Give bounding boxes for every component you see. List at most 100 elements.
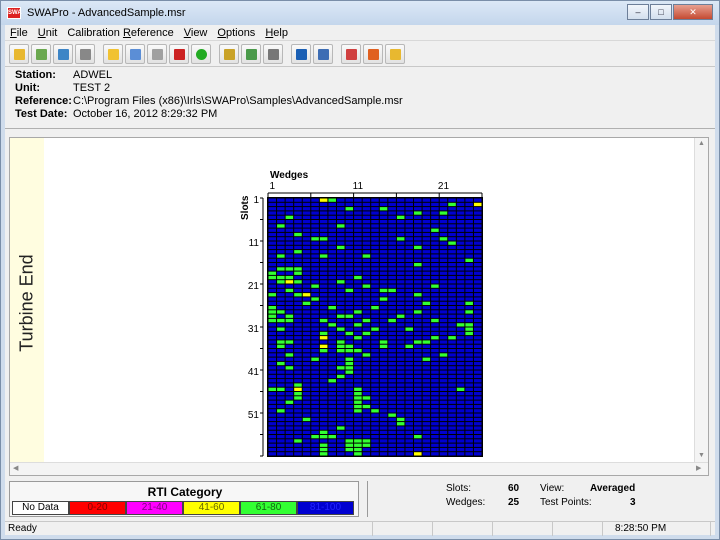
heatmap-cell[interactable]: [371, 250, 379, 254]
heatmap-cell[interactable]: [319, 202, 328, 207]
heatmap-cell[interactable]: [354, 443, 362, 447]
heatmap-cell[interactable]: [362, 379, 371, 383]
heatmap-cell[interactable]: [388, 301, 396, 305]
heatmap-cell[interactable]: [345, 198, 354, 202]
heatmap-cell[interactable]: [379, 443, 388, 447]
heatmap-cell[interactable]: [362, 361, 371, 366]
heatmap-cell[interactable]: [268, 228, 277, 232]
heatmap-cell[interactable]: [456, 404, 465, 409]
heatmap-cell[interactable]: [379, 344, 388, 348]
heatmap-cell[interactable]: [431, 387, 439, 391]
heatmap-cell[interactable]: [439, 202, 448, 207]
heatmap-cell[interactable]: [311, 323, 319, 327]
heatmap-cell[interactable]: [319, 314, 328, 318]
heatmap-cell[interactable]: [354, 336, 362, 340]
heatmap-cell[interactable]: [465, 426, 473, 430]
heatmap-cell[interactable]: [268, 409, 277, 413]
heatmap-cell[interactable]: [465, 400, 473, 404]
heatmap-cell[interactable]: [302, 357, 311, 361]
heatmap-cell[interactable]: [345, 443, 354, 447]
heatmap-cell[interactable]: [302, 267, 311, 271]
heatmap-cell[interactable]: [448, 306, 456, 310]
heatmap-cell[interactable]: [285, 293, 294, 297]
heatmap-cell[interactable]: [277, 297, 285, 301]
heatmap-cell[interactable]: [311, 353, 319, 357]
heatmap-cell[interactable]: [345, 293, 354, 297]
heatmap-cell[interactable]: [422, 349, 431, 353]
heatmap-cell[interactable]: [431, 284, 439, 288]
heatmap-cell[interactable]: [422, 254, 431, 258]
heatmap-cell[interactable]: [362, 439, 371, 443]
heatmap-cell[interactable]: [388, 275, 396, 280]
heatmap-cell[interactable]: [302, 224, 311, 228]
heatmap-cell[interactable]: [268, 250, 277, 254]
heatmap-cell[interactable]: [448, 207, 456, 211]
heatmap-cell[interactable]: [371, 327, 379, 331]
heatmap-cell[interactable]: [319, 275, 328, 280]
heatmap-cell[interactable]: [354, 297, 362, 301]
heatmap-cell[interactable]: [439, 220, 448, 224]
heatmap-cell[interactable]: [422, 267, 431, 271]
heatmap-cell[interactable]: [456, 250, 465, 254]
heatmap-cell[interactable]: [277, 396, 285, 400]
heatmap-cell[interactable]: [448, 275, 456, 280]
heatmap-cell[interactable]: [345, 426, 354, 430]
heatmap-cell[interactable]: [388, 353, 396, 357]
heatmap-cell[interactable]: [362, 232, 371, 237]
heatmap-cell[interactable]: [311, 452, 319, 456]
heatmap-cell[interactable]: [285, 224, 294, 228]
heatmap-cell[interactable]: [319, 301, 328, 305]
heatmap-cell[interactable]: [302, 297, 311, 301]
heatmap-cell[interactable]: [328, 344, 336, 348]
heatmap-cell[interactable]: [277, 224, 285, 228]
heatmap-cell[interactable]: [448, 336, 456, 340]
heatmap-cell[interactable]: [336, 340, 345, 344]
heatmap-cell[interactable]: [319, 280, 328, 284]
heatmap-cell[interactable]: [268, 357, 277, 361]
heatmap-cell[interactable]: [456, 392, 465, 396]
heatmap-cell[interactable]: [473, 409, 482, 413]
heatmap-cell[interactable]: [431, 228, 439, 232]
heatmap-cell[interactable]: [388, 374, 396, 379]
heatmap-cell[interactable]: [277, 452, 285, 456]
heatmap-cell[interactable]: [362, 404, 371, 409]
heatmap-cell[interactable]: [431, 318, 439, 323]
heatmap-cell[interactable]: [439, 426, 448, 430]
heatmap-cell[interactable]: [311, 207, 319, 211]
heatmap-cell[interactable]: [277, 443, 285, 447]
heatmap-cell[interactable]: [345, 258, 354, 262]
heatmap-cell[interactable]: [371, 413, 379, 417]
heatmap-cell[interactable]: [302, 202, 311, 207]
heatmap-cell[interactable]: [294, 318, 302, 323]
heatmap-cell[interactable]: [379, 331, 388, 336]
heatmap-cell[interactable]: [439, 349, 448, 353]
heatmap-cell[interactable]: [371, 202, 379, 207]
heatmap-cell[interactable]: [354, 370, 362, 374]
heatmap-cell[interactable]: [473, 374, 482, 379]
heatmap-cell[interactable]: [431, 288, 439, 293]
heatmap-cell[interactable]: [319, 357, 328, 361]
heatmap-cell[interactable]: [371, 344, 379, 348]
heatmap-cell[interactable]: [379, 374, 388, 379]
heatmap-cell[interactable]: [354, 331, 362, 336]
heatmap-cell[interactable]: [396, 349, 405, 353]
heatmap-cell[interactable]: [431, 224, 439, 228]
heatmap-cell[interactable]: [439, 301, 448, 305]
heatmap-cell[interactable]: [362, 435, 371, 439]
heatmap-cell[interactable]: [345, 288, 354, 293]
heatmap-cell[interactable]: [336, 357, 345, 361]
heatmap-cell[interactable]: [328, 447, 336, 452]
heatmap-cell[interactable]: [362, 349, 371, 353]
heatmap-cell[interactable]: [277, 374, 285, 379]
heatmap-cell[interactable]: [362, 267, 371, 271]
heatmap-cell[interactable]: [311, 387, 319, 391]
heatmap-cell[interactable]: [277, 284, 285, 288]
heatmap-cell[interactable]: [268, 374, 277, 379]
heatmap-cell[interactable]: [371, 215, 379, 219]
heatmap-cell[interactable]: [354, 447, 362, 452]
heatmap-cell[interactable]: [473, 293, 482, 297]
heatmap-cell[interactable]: [345, 387, 354, 391]
heatmap-cell[interactable]: [319, 361, 328, 366]
heatmap-cell[interactable]: [405, 258, 414, 262]
heatmap-cell[interactable]: [379, 430, 388, 434]
